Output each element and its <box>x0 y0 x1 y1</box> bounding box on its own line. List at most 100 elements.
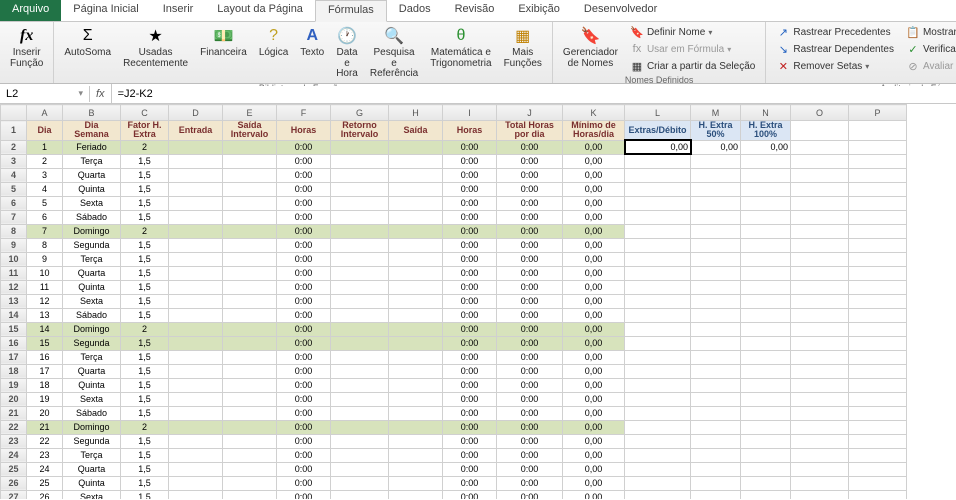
cell-total[interactable]: 0:00 <box>497 252 563 266</box>
cell-total[interactable]: 0:00 <box>497 280 563 294</box>
cell[interactable] <box>625 238 691 252</box>
cell-horas2[interactable]: 0:00 <box>443 336 497 350</box>
create-from-selection-button[interactable]: ▦Criar a partir da Seleção <box>626 58 759 74</box>
cell-saida[interactable] <box>389 266 443 280</box>
cell[interactable] <box>849 182 907 196</box>
cell-retorno[interactable] <box>331 350 389 364</box>
tab-inserir[interactable]: Inserir <box>151 0 206 21</box>
cell-horas2[interactable]: 0:00 <box>443 140 497 154</box>
cell[interactable] <box>849 140 907 154</box>
row-header[interactable]: 4 <box>1 168 27 182</box>
cell-retorno[interactable] <box>331 490 389 499</box>
cell-dia[interactable]: 1 <box>27 140 63 154</box>
cell[interactable] <box>691 280 741 294</box>
cell-entrada[interactable] <box>169 266 223 280</box>
cell[interactable] <box>625 168 691 182</box>
cell[interactable] <box>691 154 741 168</box>
cell-dia[interactable]: 4 <box>27 182 63 196</box>
cell-dia[interactable]: 7 <box>27 224 63 238</box>
cell-dia[interactable]: 14 <box>27 322 63 336</box>
cell[interactable] <box>625 434 691 448</box>
row-header[interactable]: 11 <box>1 266 27 280</box>
cell[interactable] <box>625 448 691 462</box>
row-header[interactable]: 14 <box>1 308 27 322</box>
cell-fator[interactable]: 2 <box>121 322 169 336</box>
cell-total[interactable]: 0:00 <box>497 308 563 322</box>
cell[interactable] <box>791 252 849 266</box>
row-header[interactable]: 15 <box>1 322 27 336</box>
name-manager-button[interactable]: 🔖Gerenciador de Nomes <box>559 24 622 71</box>
cell-dia[interactable]: 2 <box>27 154 63 168</box>
cell[interactable] <box>849 121 907 141</box>
row-header[interactable]: 10 <box>1 252 27 266</box>
cell-dia[interactable]: 6 <box>27 210 63 224</box>
cell-dia-semana[interactable]: Quarta <box>63 364 121 378</box>
cell-total[interactable]: 0:00 <box>497 476 563 490</box>
cell[interactable] <box>625 462 691 476</box>
cell-dia-semana[interactable]: Quinta <box>63 182 121 196</box>
header-cell[interactable]: H. Extra 100% <box>741 121 791 141</box>
cell[interactable] <box>849 364 907 378</box>
cell-horas2[interactable]: 0:00 <box>443 196 497 210</box>
row-header[interactable]: 13 <box>1 294 27 308</box>
cell[interactable] <box>849 462 907 476</box>
cell-horas2[interactable]: 0:00 <box>443 448 497 462</box>
cell-horas[interactable]: 0:00 <box>277 154 331 168</box>
cell-entrada[interactable] <box>169 336 223 350</box>
cell-horas[interactable]: 0:00 <box>277 252 331 266</box>
logic-button[interactable]: ?Lógica <box>255 24 292 61</box>
row-header[interactable]: 7 <box>1 210 27 224</box>
cell[interactable] <box>741 252 791 266</box>
cell[interactable] <box>741 196 791 210</box>
row-header[interactable]: 6 <box>1 196 27 210</box>
trace-dependents-button[interactable]: ↘Rastrear Dependentes <box>772 41 898 57</box>
cell-horas2[interactable]: 0:00 <box>443 406 497 420</box>
cell-dia[interactable]: 16 <box>27 350 63 364</box>
row-header[interactable]: 3 <box>1 154 27 168</box>
cell[interactable] <box>741 154 791 168</box>
cell-fator[interactable]: 2 <box>121 420 169 434</box>
row-header[interactable]: 5 <box>1 182 27 196</box>
cell[interactable] <box>791 210 849 224</box>
cell-horas2[interactable]: 0:00 <box>443 266 497 280</box>
cell[interactable] <box>741 350 791 364</box>
cell[interactable] <box>849 238 907 252</box>
row-header[interactable]: 23 <box>1 434 27 448</box>
cell[interactable] <box>849 294 907 308</box>
cell[interactable] <box>849 252 907 266</box>
cell-dia[interactable]: 11 <box>27 280 63 294</box>
cell-entrada[interactable] <box>169 238 223 252</box>
cell-horas[interactable]: 0:00 <box>277 210 331 224</box>
cell-dia-semana[interactable]: Feriado <box>63 140 121 154</box>
cell-dia[interactable]: 13 <box>27 308 63 322</box>
cell-entrada[interactable] <box>169 140 223 154</box>
cell-dia-semana[interactable]: Quarta <box>63 168 121 182</box>
cell-horas[interactable]: 0:00 <box>277 182 331 196</box>
cell-entrada[interactable] <box>169 322 223 336</box>
cell[interactable] <box>625 476 691 490</box>
cell[interactable] <box>849 154 907 168</box>
cell-horas2[interactable]: 0:00 <box>443 154 497 168</box>
cell-total[interactable]: 0:00 <box>497 462 563 476</box>
cell-min[interactable]: 0,00 <box>563 364 625 378</box>
trace-precedents-button[interactable]: ↗Rastrear Precedentes <box>772 24 898 40</box>
fx-icon[interactable]: fx <box>90 84 112 103</box>
cell-entrada[interactable] <box>169 154 223 168</box>
cell-min[interactable]: 0,00 <box>563 392 625 406</box>
cell-dia-semana[interactable]: Domingo <box>63 224 121 238</box>
header-cell[interactable]: Saída <box>389 121 443 141</box>
cell-horas[interactable]: 0:00 <box>277 238 331 252</box>
cell-saida-int[interactable] <box>223 266 277 280</box>
cell-horas2[interactable]: 0:00 <box>443 294 497 308</box>
cell-horas[interactable]: 0:00 <box>277 364 331 378</box>
header-cell[interactable]: H. Extra 50% <box>691 121 741 141</box>
cell-min[interactable]: 0,00 <box>563 280 625 294</box>
show-formulas-button[interactable]: 📋Mostrar Fórmulas <box>902 24 956 40</box>
cell-dia[interactable]: 19 <box>27 392 63 406</box>
cell[interactable] <box>791 182 849 196</box>
cell-dia-semana[interactable]: Terça <box>63 448 121 462</box>
cell[interactable] <box>791 308 849 322</box>
cell-dia-semana[interactable]: Sexta <box>63 490 121 499</box>
cell[interactable] <box>791 224 849 238</box>
cell-fator[interactable]: 1,5 <box>121 168 169 182</box>
